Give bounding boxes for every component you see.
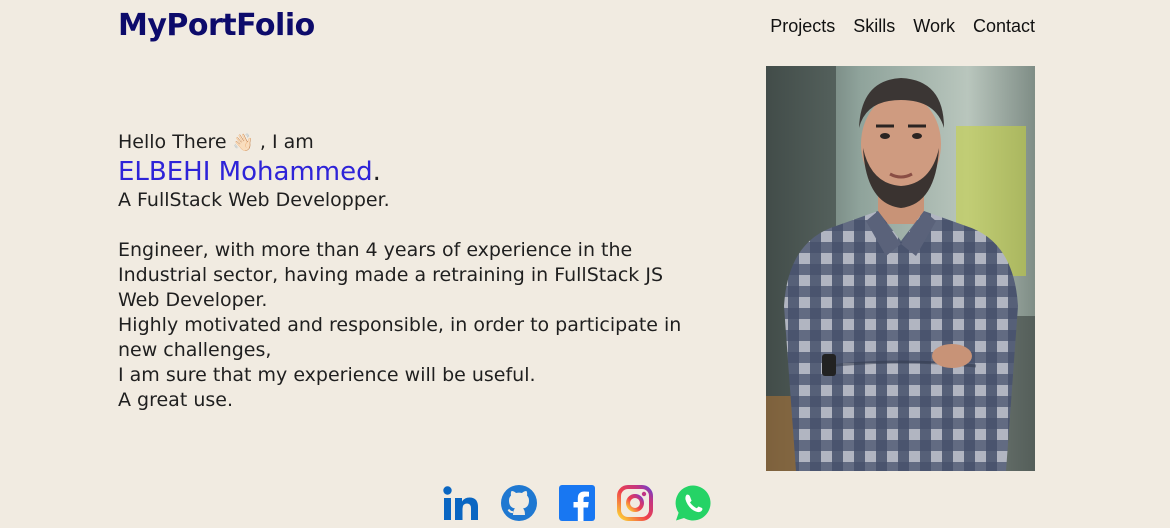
nav-link-projects[interactable]: Projects <box>770 15 835 37</box>
main-nav: Projects Skills Work Contact <box>770 15 1035 37</box>
site-logo[interactable]: MyPortFolio <box>118 8 315 44</box>
nav-link-contact[interactable]: Contact <box>973 15 1035 37</box>
github-link[interactable] <box>500 484 538 522</box>
bio-line: I am sure that my experience will be use… <box>118 364 536 386</box>
greeting-suffix: , I am <box>259 131 314 153</box>
name-text: ELBEHI Mohammed <box>118 157 373 187</box>
facebook-link[interactable] <box>558 484 596 522</box>
bio-line: Engineer, with more than 4 years of expe… <box>118 239 633 261</box>
bio-line: A great use. <box>118 389 233 411</box>
greeting: Hello There 👋🏻 , I am <box>118 130 748 156</box>
bio-line: Industrial sector, having made a retrain… <box>118 264 664 286</box>
facebook-icon <box>559 485 595 521</box>
greeting-text: Hello There <box>118 131 227 153</box>
name-period: . <box>372 157 381 187</box>
bio-paragraph: Engineer, with more than 4 years of expe… <box>118 238 748 413</box>
wave-emoji: 👋🏻 <box>232 133 254 153</box>
bio-line: Web Developer. <box>118 289 268 311</box>
social-links <box>442 484 712 522</box>
github-icon <box>501 485 537 521</box>
bio-line: Highly motivated and responsible, in ord… <box>118 314 682 336</box>
instagram-icon <box>617 485 653 521</box>
nav-link-work[interactable]: Work <box>913 15 955 37</box>
job-title: A FullStack Web Developper. <box>118 189 390 211</box>
linkedin-link[interactable] <box>442 484 480 522</box>
whatsapp-icon <box>675 485 711 521</box>
bio-line: new challenges, <box>118 339 272 361</box>
site-header: MyPortFolio Projects Skills Work Contact <box>118 0 1035 54</box>
developer-name: ELBEHI Mohammed. <box>118 156 748 188</box>
profile-photo <box>766 66 1035 471</box>
linkedin-icon <box>443 486 478 520</box>
intro-section: Hello There 👋🏻 , I am ELBEHI Mohammed. A… <box>118 130 748 413</box>
nav-link-skills[interactable]: Skills <box>853 15 895 37</box>
instagram-link[interactable] <box>616 484 654 522</box>
whatsapp-link[interactable] <box>674 484 712 522</box>
